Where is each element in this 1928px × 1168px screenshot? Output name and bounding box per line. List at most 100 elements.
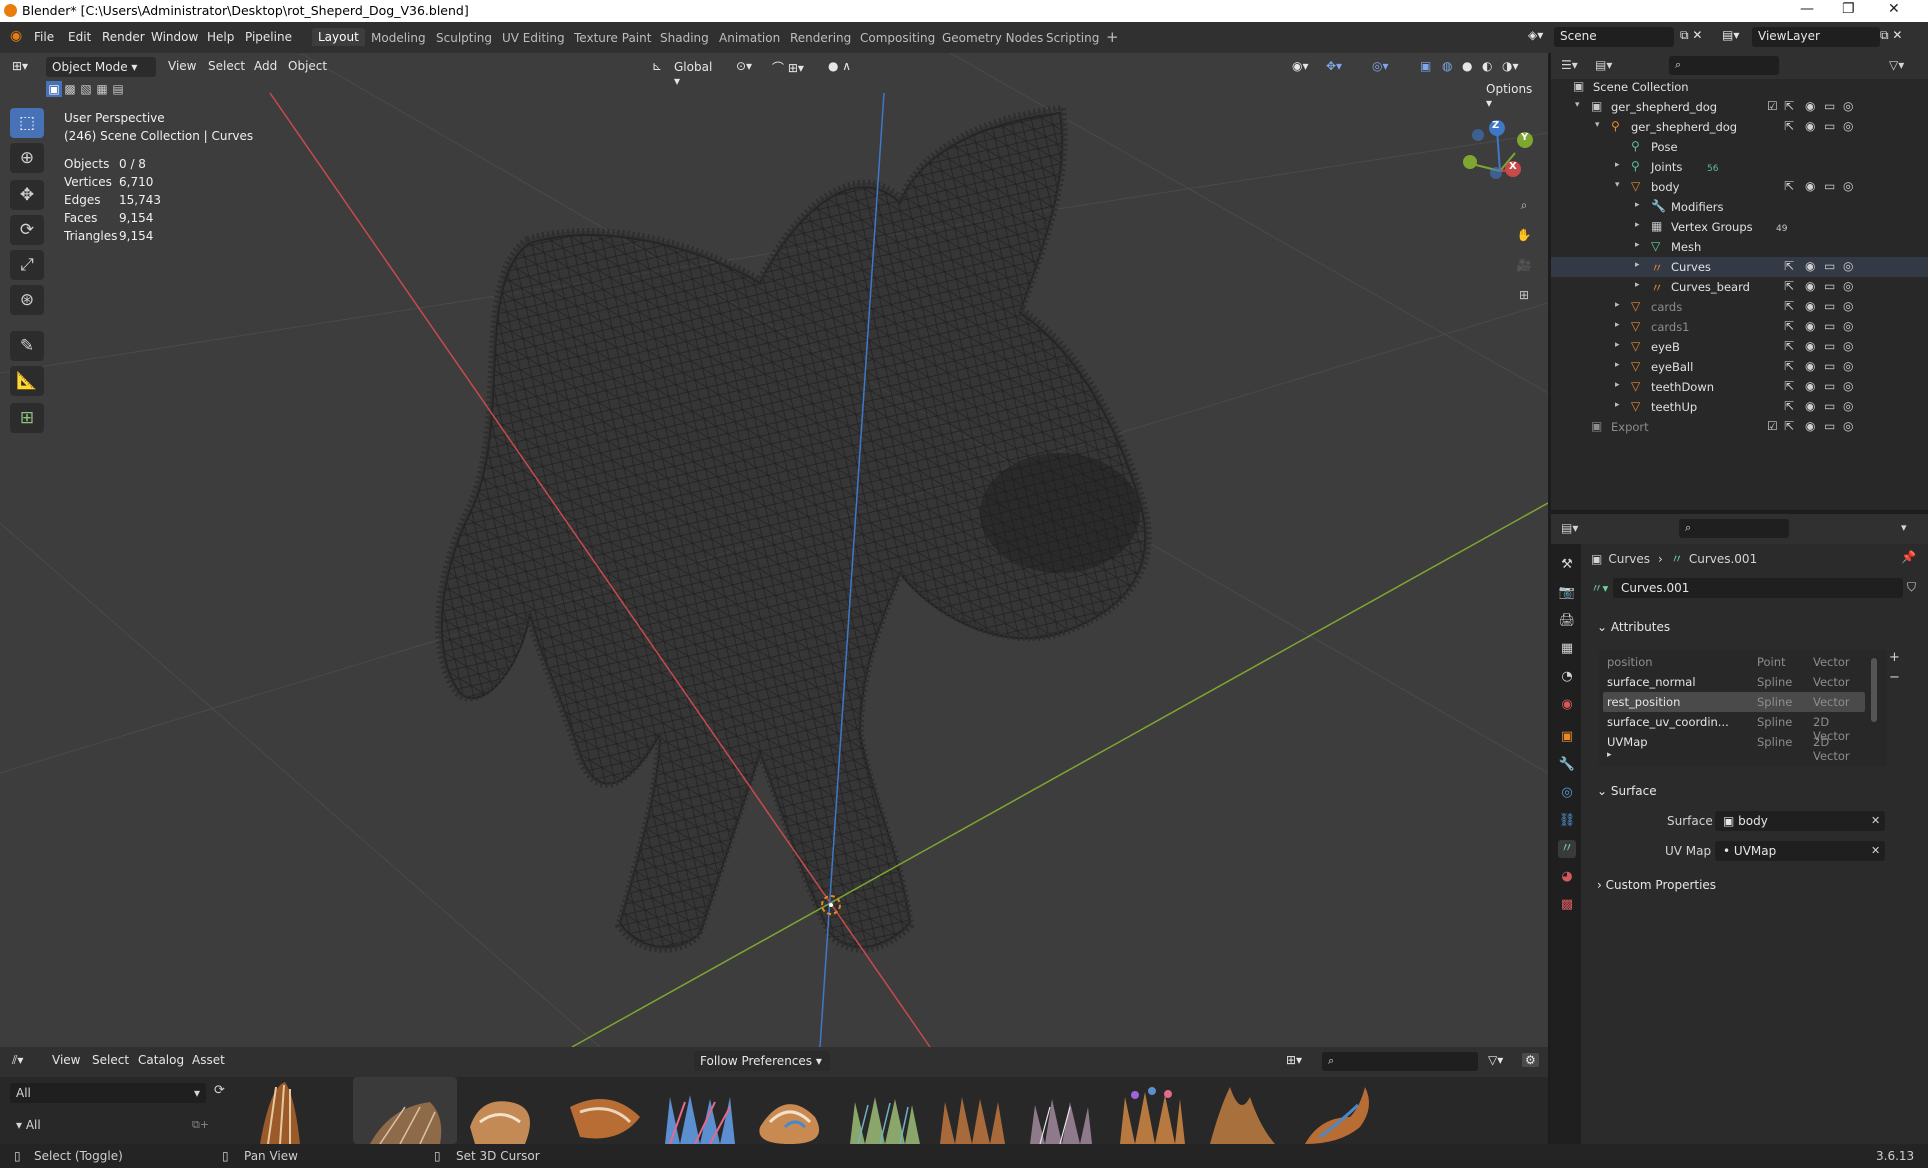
display-size-icon[interactable]: ⊞▾ — [1286, 1053, 1302, 1067]
tab-layout[interactable]: Layout — [312, 28, 365, 46]
hair-asset-6[interactable] — [759, 1104, 820, 1144]
clear-surface-icon[interactable]: ✕ — [1871, 814, 1880, 827]
maximize-button[interactable]: ❐ — [1842, 1, 1855, 17]
viewlayer-selector-icon[interactable]: ▤▾ — [1722, 28, 1739, 42]
pivot-icon[interactable]: ⊙▾ — [736, 59, 752, 73]
include-checkbox[interactable]: ☑ — [1767, 419, 1778, 433]
custom-properties-panel-header[interactable]: › Custom Properties — [1597, 878, 1716, 892]
hair-asset-3[interactable] — [470, 1101, 530, 1144]
attributes-scrollbar[interactable] — [1871, 658, 1877, 722]
menu-help[interactable]: Help — [207, 30, 234, 44]
visibility-icon[interactable]: ◉▾ — [1292, 59, 1309, 73]
viewport-toggle-icon[interactable]: ▭ — [1824, 319, 1835, 333]
select-toggle-icon[interactable]: ⇱ — [1784, 399, 1794, 413]
include-checkbox[interactable]: ☑ — [1767, 99, 1778, 113]
hair-asset-7[interactable] — [850, 1097, 920, 1144]
tab-rendering[interactable]: Rendering — [790, 31, 851, 45]
solid-shading-icon[interactable]: ● — [1462, 59, 1472, 73]
expand-closed-icon[interactable]: ▸ — [1615, 160, 1620, 170]
render-camera-icon[interactable]: ◎ — [1843, 419, 1853, 433]
transform-tool-icon[interactable]: ⊛ — [10, 285, 44, 315]
select-subtract-icon[interactable]: ▧ — [78, 81, 94, 97]
fake-user-shield-icon[interactable]: ⛉ — [1907, 580, 1916, 595]
hair-asset-9[interactable] — [1030, 1099, 1092, 1144]
properties-type-icon[interactable]: ▤▾ — [1561, 521, 1578, 535]
outliner-row[interactable]: ▾ ⚲ ger_shepherd_dog ⇱ ◉ ▭ ◎ — [1551, 117, 1928, 137]
select-toggle-icon[interactable]: ⇱ — [1784, 119, 1794, 133]
editor-type-icon[interactable]: ⊞▾ — [12, 59, 28, 73]
outliner-search-input[interactable]: ⌕ — [1669, 56, 1779, 75]
hair-asset-10[interactable] — [1120, 1087, 1185, 1144]
asset-menu-select[interactable]: Select — [92, 1053, 129, 1067]
select-toggle-icon[interactable]: ⇱ — [1784, 379, 1794, 393]
proportional-edit-icon[interactable]: ● ∧ — [828, 59, 851, 73]
visibility-eye-icon[interactable]: ◉ — [1805, 419, 1815, 433]
mode-selector[interactable]: Object Mode ▾ — [46, 57, 156, 77]
render-camera-icon[interactable]: ◎ — [1843, 339, 1853, 353]
select-new-icon[interactable]: ▣ — [46, 81, 62, 97]
outliner-row[interactable]: ▸ 〃 Curves_beard ⇱ ◉ ▭ ◎ — [1551, 277, 1928, 297]
render-camera-icon[interactable]: ◎ — [1843, 179, 1853, 193]
render-camera-icon[interactable]: ◎ — [1843, 299, 1853, 313]
select-toggle-icon[interactable]: ⇱ — [1784, 99, 1794, 113]
tab-sculpting[interactable]: Sculpting — [436, 31, 492, 45]
scene-field[interactable]: Scene — [1554, 27, 1674, 47]
add-attribute-button[interactable]: + — [1889, 650, 1900, 665]
visibility-eye-icon[interactable]: ◉ — [1805, 379, 1815, 393]
tab-shading[interactable]: Shading — [660, 31, 709, 45]
scene-tab-icon[interactable]: ◔ — [1558, 668, 1576, 686]
hair-asset-4[interactable] — [570, 1099, 640, 1139]
asset-menu-asset[interactable]: Asset — [192, 1053, 225, 1067]
select-intersect-icon[interactable]: ▤ — [110, 81, 126, 97]
attributes-panel-header[interactable]: ⌄ Attributes — [1597, 620, 1670, 634]
physics-tab-icon[interactable]: ◎ — [1558, 784, 1576, 802]
visibility-eye-icon[interactable]: ◉ — [1805, 259, 1815, 273]
attributes-list[interactable]: position Point Vector surface_normal Spline… — [1599, 650, 1887, 766]
surface-panel-header[interactable]: ⌄ Surface — [1597, 784, 1657, 798]
3d-viewport[interactable]: Z Y X ⊞▾ Object Mode ▾ View Select Add O… — [0, 53, 1548, 1047]
outliner-row-scene-collection[interactable]: ▣ Scene Collection — [1551, 77, 1928, 97]
select-toggle-icon[interactable]: ⇱ — [1784, 319, 1794, 333]
attribute-row-selected[interactable]: rest_position Spline Vector — [1603, 692, 1865, 712]
select-toggle-icon[interactable]: ⇱ — [1784, 339, 1794, 353]
menu-object[interactable]: Object — [288, 59, 327, 73]
visibility-eye-icon[interactable]: ◉ — [1805, 119, 1815, 133]
render-camera-icon[interactable]: ◎ — [1843, 359, 1853, 373]
hair-asset-8[interactable] — [940, 1097, 1005, 1144]
hair-asset-11[interactable] — [1210, 1087, 1275, 1144]
scale-tool-icon[interactable]: ⤢ — [10, 250, 44, 280]
select-toggle-icon[interactable]: ⇱ — [1784, 419, 1794, 433]
camera-view-icon[interactable]: 🎥 — [1516, 257, 1532, 273]
output-tab-icon[interactable]: 🖨 — [1558, 612, 1576, 630]
catalog-tree-item[interactable]: ▾ All — [16, 1118, 41, 1132]
viewport-toggle-icon[interactable]: ▭ — [1824, 379, 1835, 393]
select-toggle-icon[interactable]: ⇱ — [1784, 179, 1794, 193]
ortho-grid-icon[interactable]: ⊞ — [1516, 287, 1532, 303]
select-invert-icon[interactable]: ▦ — [94, 81, 110, 97]
asset-menu-catalog[interactable]: Catalog — [138, 1053, 184, 1067]
viewport-toggle-icon[interactable]: ▭ — [1824, 299, 1835, 313]
visibility-eye-icon[interactable]: ◉ — [1805, 279, 1815, 293]
asset-filter-icon[interactable]: ▽▾ — [1488, 1053, 1503, 1067]
scene-selector-icon[interactable]: ◈▾ — [1528, 28, 1543, 42]
surface-object-field[interactable]: ▣ body — [1715, 811, 1885, 831]
outliner-row[interactable]: ▣ Export ☑ ⇱ ◉ ▭ ◎ — [1551, 417, 1928, 437]
tool-tab-icon[interactable]: ⚒ — [1558, 556, 1576, 574]
minimize-button[interactable]: — — [1800, 1, 1814, 17]
display-mode-icon[interactable]: ▤▾ — [1595, 58, 1612, 72]
expand-closed-icon[interactable]: ▸ — [1615, 360, 1620, 370]
snap-icon[interactable]: ⌒ ⊞▾ — [772, 59, 804, 76]
add-workspace-button[interactable]: + — [1106, 28, 1119, 46]
visibility-eye-icon[interactable]: ◉ — [1805, 299, 1815, 313]
viewport-toggle-icon[interactable]: ▭ — [1824, 399, 1835, 413]
visibility-eye-icon[interactable]: ◉ — [1805, 359, 1815, 373]
uvmap-field[interactable]: • UVMap — [1715, 841, 1885, 861]
outliner-row[interactable]: ▸ ▦ Vertex Groups 49 — [1551, 217, 1928, 237]
menu-window[interactable]: Window — [151, 30, 198, 44]
close-window-button[interactable]: ✕ — [1888, 1, 1900, 17]
object-tab-icon[interactable]: ▣ — [1558, 728, 1576, 746]
orientation-selector[interactable]: Global ▾ — [668, 57, 728, 88]
asset-search-input[interactable]: ⌕ — [1322, 1052, 1478, 1071]
outliner-row[interactable]: ▸ ▽ Mesh — [1551, 237, 1928, 257]
expand-closed-icon[interactable]: ▸ — [1615, 400, 1620, 410]
